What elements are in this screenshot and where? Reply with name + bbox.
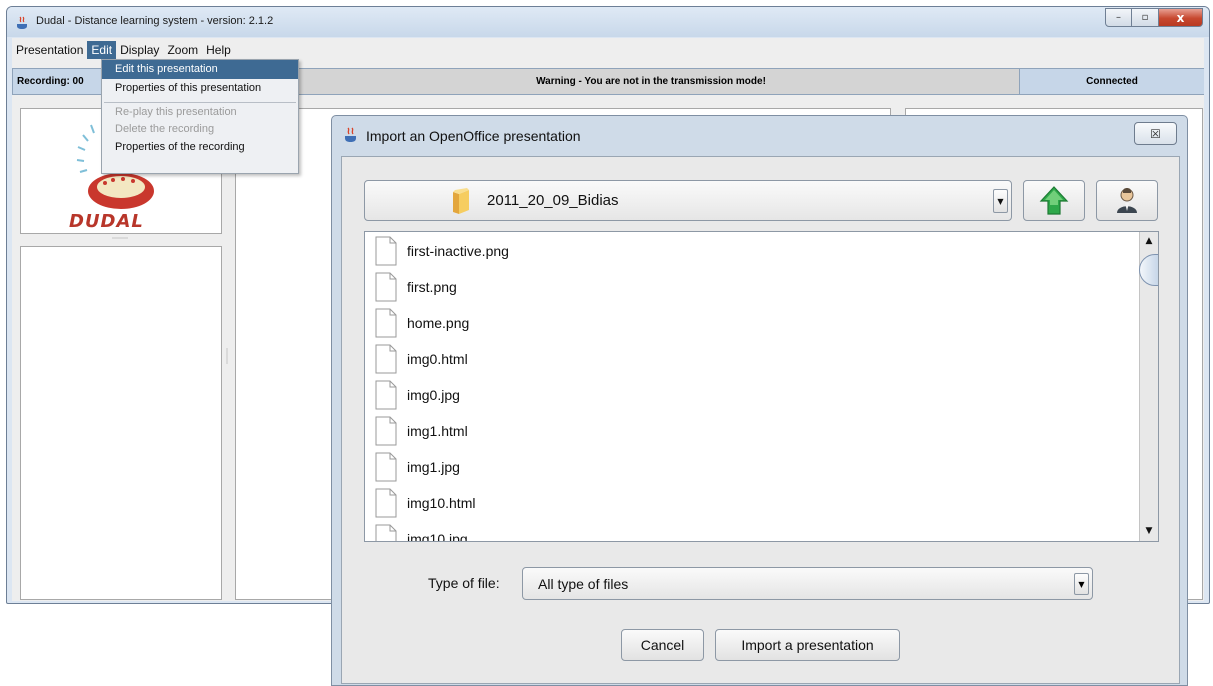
title-bar[interactable]: Dudal - Distance learning system - versi… [7,7,1209,37]
file-icon [375,524,397,541]
vertical-split-handle[interactable] [226,348,228,364]
menu-replay-presentation: Re-play this presentation [115,106,237,118]
dialog-body: 2011_20_09_Bidias ▼ first-inactive.png f… [341,156,1180,684]
menubar: Presentation Edit Display Zoom Help [12,41,235,59]
cancel-button[interactable]: Cancel [621,629,704,661]
menu-display[interactable]: Display [116,41,163,59]
scroll-down-icon[interactable]: ▼ [1141,523,1157,540]
menu-edit-presentation[interactable]: Edit this presentation [102,60,298,79]
file-icon [375,452,397,482]
warning-message: Warning - You are not in the transmissio… [283,69,1019,94]
list-item[interactable]: home.png [375,306,469,340]
vertical-scrollbar[interactable]: ▲ ▼ [1139,232,1158,541]
file-name: img1.jpg [407,459,460,475]
up-folder-button[interactable] [1023,180,1085,221]
file-name: first.png [407,279,457,295]
menu-delete-recording: Delete the recording [115,123,215,135]
close-button[interactable]: x [1159,8,1203,27]
java-app-icon [17,16,27,29]
connection-status: Connected [1019,69,1204,94]
user-home-icon [1117,188,1137,213]
slides-list-panel [20,246,222,600]
window-title: Dudal - Distance learning system - versi… [36,15,274,27]
list-item[interactable]: first-inactive.png [375,234,509,268]
menu-help[interactable]: Help [202,41,235,59]
window-controls: – ▫ x [1105,8,1203,27]
edit-menu-dropdown: Edit this presentation Properties of thi… [101,59,299,174]
list-item[interactable]: img10.jpg [375,522,468,542]
file-icon [375,272,397,302]
close-icon: ☒ [1150,126,1161,141]
file-name: img10.html [407,495,476,511]
file-name: img10.jpg [407,531,468,542]
java-app-icon [345,127,356,142]
import-presentation-button[interactable]: Import a presentation [715,629,900,661]
list-item[interactable]: img0.html [375,342,468,376]
file-type-select[interactable]: All type of files ▼ [522,567,1093,600]
menu-presentation[interactable]: Presentation [12,41,87,59]
chevron-down-icon[interactable]: ▼ [1074,573,1089,595]
file-icon [375,308,397,338]
folder-icon [453,188,469,214]
menu-separator [104,102,296,103]
chevron-down-icon[interactable]: ▼ [993,189,1008,213]
maximize-icon: ▫ [1141,12,1149,23]
file-name: img1.html [407,423,468,439]
up-arrow-icon [1039,186,1069,215]
file-list: first-inactive.png first.png home.png im… [364,231,1159,542]
recording-status: Recording: 00 [13,69,105,94]
logo-text: DUDAL [69,211,144,232]
list-item[interactable]: img1.html [375,414,468,448]
file-type-label: Type of file: [428,575,500,591]
file-name: first-inactive.png [407,243,509,259]
home-folder-button[interactable] [1096,180,1158,221]
file-name: home.png [407,315,470,331]
file-icon [375,416,397,446]
file-icon [375,488,397,518]
scroll-up-icon[interactable]: ▲ [1141,233,1157,250]
list-item[interactable]: first.png [375,270,457,304]
folder-name: 2011_20_09_Bidias [487,192,619,209]
minimize-icon: – [1116,12,1121,23]
file-name: img0.jpg [407,387,460,403]
file-type-value: All type of files [538,576,629,592]
minimize-button[interactable]: – [1105,8,1132,27]
dialog-title: Import an OpenOffice presentation [366,128,581,144]
horizontal-split-handle[interactable] [112,237,128,239]
menu-presentation-properties[interactable]: Properties of this presentation [102,79,298,98]
import-dialog: Import an OpenOffice presentation ☒ 2011… [331,115,1188,686]
file-icon [375,344,397,374]
file-icon [375,236,397,266]
menu-recording-properties[interactable]: Properties of the recording [102,140,298,158]
folder-select[interactable]: 2011_20_09_Bidias ▼ [364,180,1012,221]
dialog-close-button[interactable]: ☒ [1134,122,1177,145]
close-icon: x [1176,10,1185,25]
maximize-button[interactable]: ▫ [1132,8,1159,27]
menu-zoom[interactable]: Zoom [163,41,202,59]
list-item[interactable]: img0.jpg [375,378,460,412]
file-name: img0.html [407,351,468,367]
scrollbar-thumb[interactable] [1139,254,1158,286]
file-icon [375,380,397,410]
list-item[interactable]: img1.jpg [375,450,460,484]
list-item[interactable]: img10.html [375,486,475,520]
menu-edit[interactable]: Edit [87,41,117,59]
